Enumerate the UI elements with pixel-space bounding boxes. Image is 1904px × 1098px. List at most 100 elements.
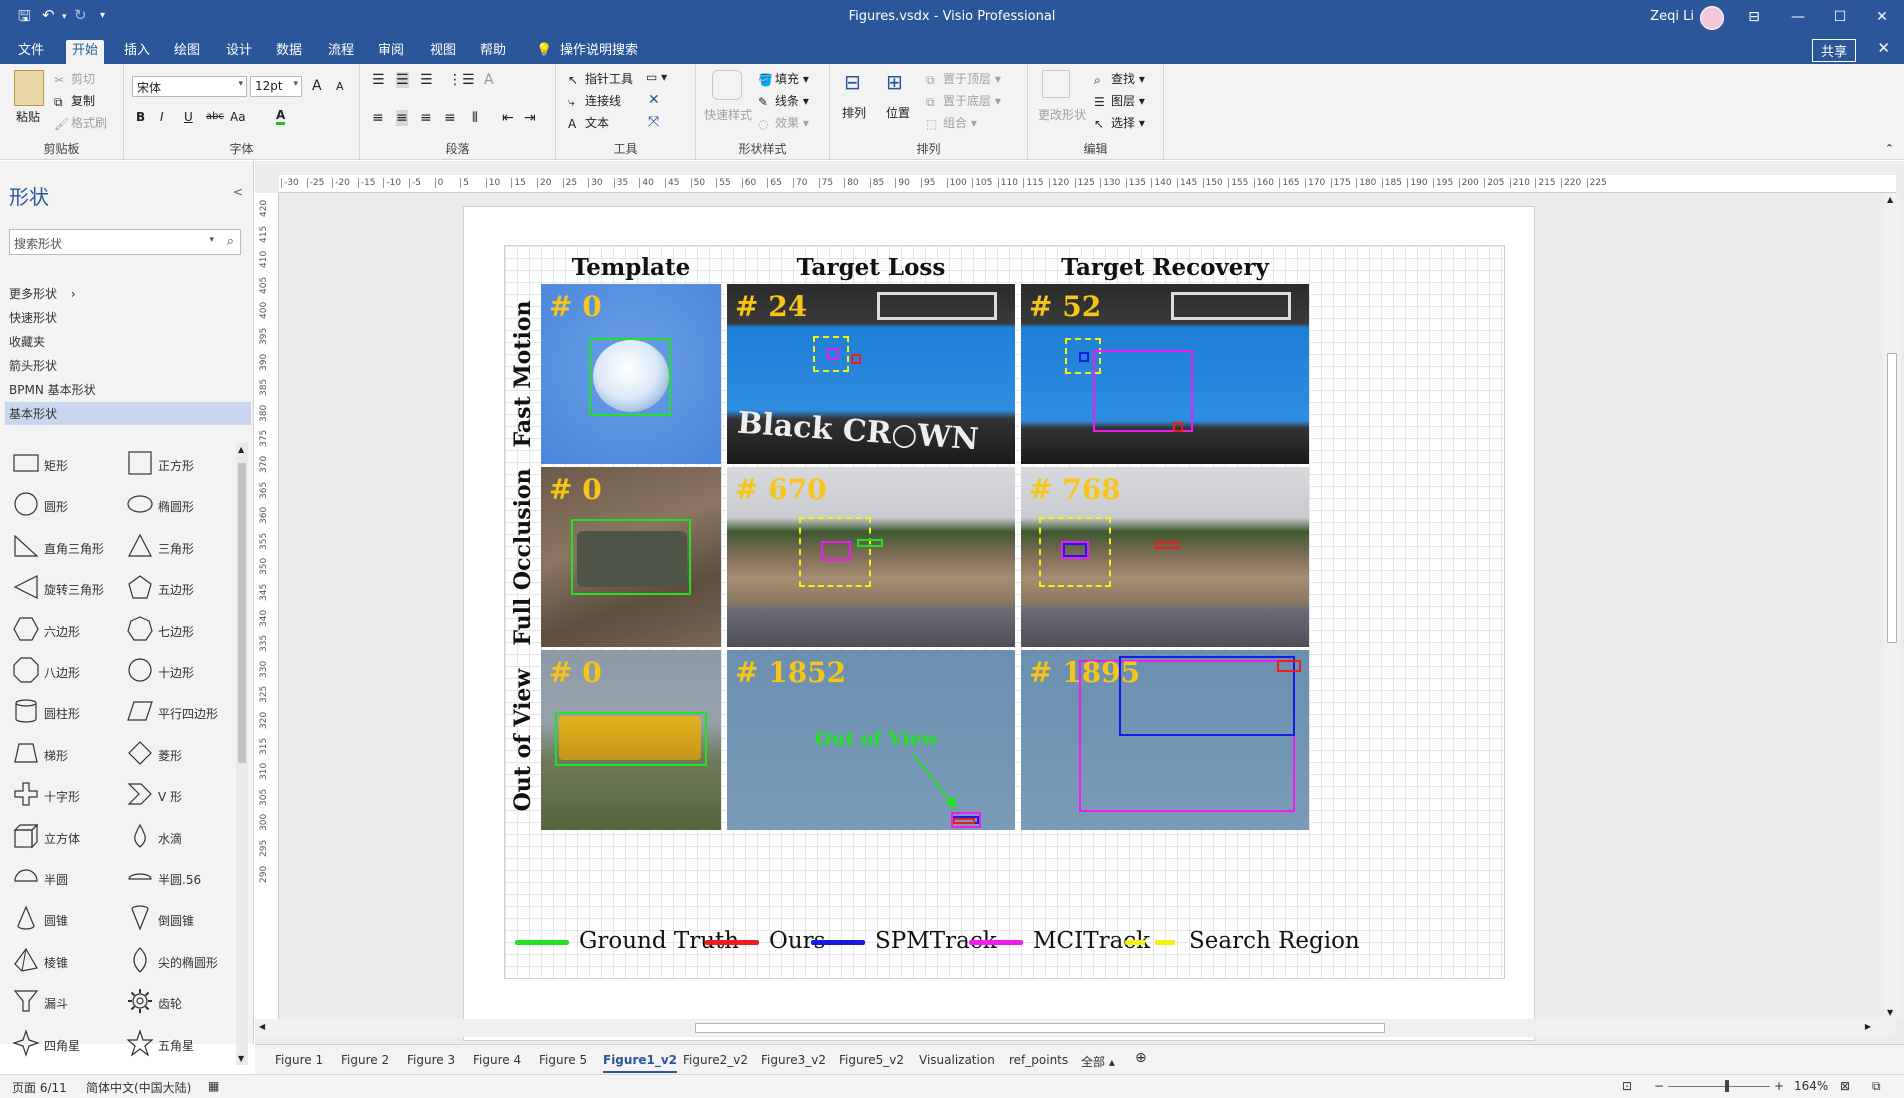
layers-button[interactable]: ☰ 图层 ▾ xyxy=(1094,92,1145,109)
tell-me-search[interactable]: 操作说明搜索 xyxy=(554,40,644,64)
line-button[interactable]: ✎ 线条 ▾ xyxy=(758,92,809,109)
frame-image-full-occlusion-loss[interactable]: # 670 xyxy=(727,467,1015,647)
font-color-button[interactable]: A xyxy=(276,108,286,125)
sheet-tab[interactable]: Figure 3 xyxy=(407,1053,455,1067)
underline-button[interactable]: U xyxy=(184,110,193,124)
collapse-icon[interactable]: ✕ xyxy=(1871,37,1896,61)
text-rotate-icon[interactable]: A xyxy=(484,72,494,88)
decrease-indent-icon[interactable]: ⇤ xyxy=(502,110,514,126)
bullets-icon[interactable]: ⋮☰ xyxy=(448,72,475,88)
italic-button[interactable]: I xyxy=(160,110,164,124)
font-size-select[interactable]: 12pt ▾ xyxy=(250,76,302,97)
frame-image-fast-motion-loss[interactable]: Black CR○WN # 24 xyxy=(727,284,1015,464)
stencil-favorites[interactable]: 收藏夹 xyxy=(9,333,45,350)
frame-image-out-of-view-template[interactable]: # 0 xyxy=(541,650,721,830)
change-case-button[interactable]: Aa xyxy=(230,110,246,124)
text-direction-icon[interactable]: ⫴ xyxy=(472,110,478,126)
effects-button[interactable]: ◌ 效果 ▾ xyxy=(758,114,809,131)
drawing-page[interactable]: Template Target Loss Target Recovery Fas… xyxy=(463,206,1535,1041)
sheet-tab[interactable]: ref_points xyxy=(1009,1053,1068,1067)
find-button[interactable]: ⌕ 查找 ▾ xyxy=(1094,70,1145,87)
tab-design[interactable]: 设计 xyxy=(220,40,258,64)
position-button[interactable]: 位置 xyxy=(886,104,910,121)
add-sheet-icon[interactable]: ⊕ xyxy=(1135,1050,1147,1066)
tab-file[interactable]: 文件 xyxy=(12,40,50,64)
select-button[interactable]: ↖ 选择 ▾ xyxy=(1094,114,1145,131)
tab-data[interactable]: 数据 xyxy=(270,40,308,64)
paste-icon[interactable] xyxy=(14,70,44,106)
grow-font-button[interactable]: A xyxy=(312,78,322,94)
sheet-tab[interactable]: Figure 2 xyxy=(341,1053,389,1067)
sheet-tab[interactable]: Figure 5 xyxy=(539,1053,587,1067)
language-indicator[interactable]: 简体中文(中国大陆) xyxy=(86,1079,191,1096)
user-name[interactable]: Zeqi Li xyxy=(1650,9,1694,24)
arrange-button[interactable]: 排列 xyxy=(842,104,866,121)
position-icon[interactable]: ⊞ xyxy=(886,70,903,94)
frame-image-fast-motion-recovery[interactable]: # 52 xyxy=(1021,284,1309,464)
minimize-button[interactable]: — xyxy=(1778,4,1818,30)
align-top-icon[interactable]: ☰ xyxy=(372,72,385,88)
scroll-thumb[interactable] xyxy=(1887,353,1897,643)
text-tool-button[interactable]: A 文本 xyxy=(568,114,609,131)
zoom-slider-thumb[interactable] xyxy=(1725,1080,1729,1092)
close-x-icon[interactable]: ✕ xyxy=(648,92,660,108)
change-shape-button[interactable]: 更改形状 xyxy=(1038,106,1086,123)
scroll-thumb[interactable] xyxy=(238,463,246,763)
scroll-left-icon[interactable]: ◀ xyxy=(259,1022,265,1031)
switch-windows-icon[interactable]: ⧉ xyxy=(1872,1079,1881,1094)
stencil-bpmn[interactable]: BPMN 基本形状 xyxy=(9,381,96,398)
fill-button[interactable]: 🪣 填充 ▾ xyxy=(758,70,809,87)
stencil-more-shapes[interactable]: 更多形状 › xyxy=(9,285,76,302)
zoom-slider[interactable] xyxy=(1668,1086,1770,1087)
quick-styles-icon[interactable] xyxy=(712,70,742,100)
justify-icon[interactable]: ≡ xyxy=(444,110,456,126)
frame-image-fast-motion-template[interactable]: # 0 xyxy=(541,284,721,464)
zoom-level[interactable]: 164% xyxy=(1794,1079,1828,1093)
tab-process[interactable]: 流程 xyxy=(322,40,360,64)
increase-indent-icon[interactable]: ⇥ xyxy=(524,110,536,126)
macro-icon[interactable]: ▦ xyxy=(208,1079,219,1093)
sheet-tab[interactable]: Visualization xyxy=(919,1053,995,1067)
bold-button[interactable]: B xyxy=(136,110,145,124)
tab-draw[interactable]: 绘图 xyxy=(168,40,206,64)
tab-view[interactable]: 视图 xyxy=(424,40,462,64)
vertical-scrollbar[interactable]: ▲ ▼ xyxy=(1883,193,1901,1019)
shrink-font-button[interactable]: A xyxy=(336,80,344,93)
strikethrough-button[interactable]: abc xyxy=(206,111,224,122)
connection-point-icon[interactable]: ⤧ xyxy=(648,114,659,130)
scroll-right-icon[interactable]: ▶ xyxy=(1865,1022,1871,1031)
zoom-out-button[interactable]: − xyxy=(1654,1079,1664,1093)
format-painter-button[interactable]: 🖌 格式刷 xyxy=(54,114,107,131)
tab-help[interactable]: 帮助 xyxy=(474,40,512,64)
chevron-down-icon[interactable]: ▾ xyxy=(209,235,214,245)
sheet-tab[interactable]: Figure1_v2 xyxy=(603,1053,678,1073)
align-bottom-icon[interactable]: ☰ xyxy=(420,72,433,88)
copy-button[interactable]: ⧉ 复制 xyxy=(54,92,95,109)
sheet-tab[interactable]: Figure 4 xyxy=(473,1053,521,1067)
avatar[interactable] xyxy=(1700,6,1724,30)
sheet-tab[interactable]: Figure2_v2 xyxy=(683,1053,748,1067)
tab-insert[interactable]: 插入 xyxy=(118,40,156,64)
scroll-up-icon[interactable]: ▲ xyxy=(1887,195,1893,204)
fit-page-icon[interactable]: ⊠ xyxy=(1840,1079,1850,1093)
ribbon-display-icon[interactable]: ⊟ xyxy=(1734,4,1774,30)
stencil-basic-shapes[interactable]: 基本形状 xyxy=(5,402,251,425)
send-back-button[interactable]: ⧉ 置于底层 ▾ xyxy=(926,92,1001,109)
drawing-canvas[interactable]: -30 -25 -20 -15 -10 -5 0 5 10 15 20 25 30 35 40 45 50 55 6… xyxy=(255,161,1904,1044)
quick-styles-button[interactable]: 快速样式 xyxy=(704,106,752,123)
page-indicator[interactable]: 页面 6/11 xyxy=(12,1079,67,1096)
align-center-icon[interactable]: ≡ xyxy=(396,110,408,126)
cut-button[interactable]: ✂ 剪切 xyxy=(54,70,95,87)
bring-front-button[interactable]: ⧉ 置于顶层 ▾ xyxy=(926,70,1001,87)
align-middle-icon[interactable]: ☰ xyxy=(396,72,409,88)
rectangle-tool-icon[interactable]: ▭ ▾ xyxy=(646,70,667,84)
stencil-quick-shapes[interactable]: 快速形状 xyxy=(9,309,57,326)
shape-search-input[interactable]: 搜索形状 ⌕ ▾ xyxy=(9,229,241,255)
align-right-icon[interactable]: ≡ xyxy=(420,110,432,126)
maximize-button[interactable]: ☐ xyxy=(1820,4,1860,30)
stencil-arrows[interactable]: 箭头形状 xyxy=(9,357,57,374)
font-name-select[interactable]: 宋体 ▾ xyxy=(132,76,247,97)
search-icon[interactable]: ⌕ xyxy=(227,234,234,249)
sheet-tab[interactable]: Figure 1 xyxy=(275,1053,323,1067)
scroll-down-icon[interactable]: ▼ xyxy=(238,1054,244,1063)
